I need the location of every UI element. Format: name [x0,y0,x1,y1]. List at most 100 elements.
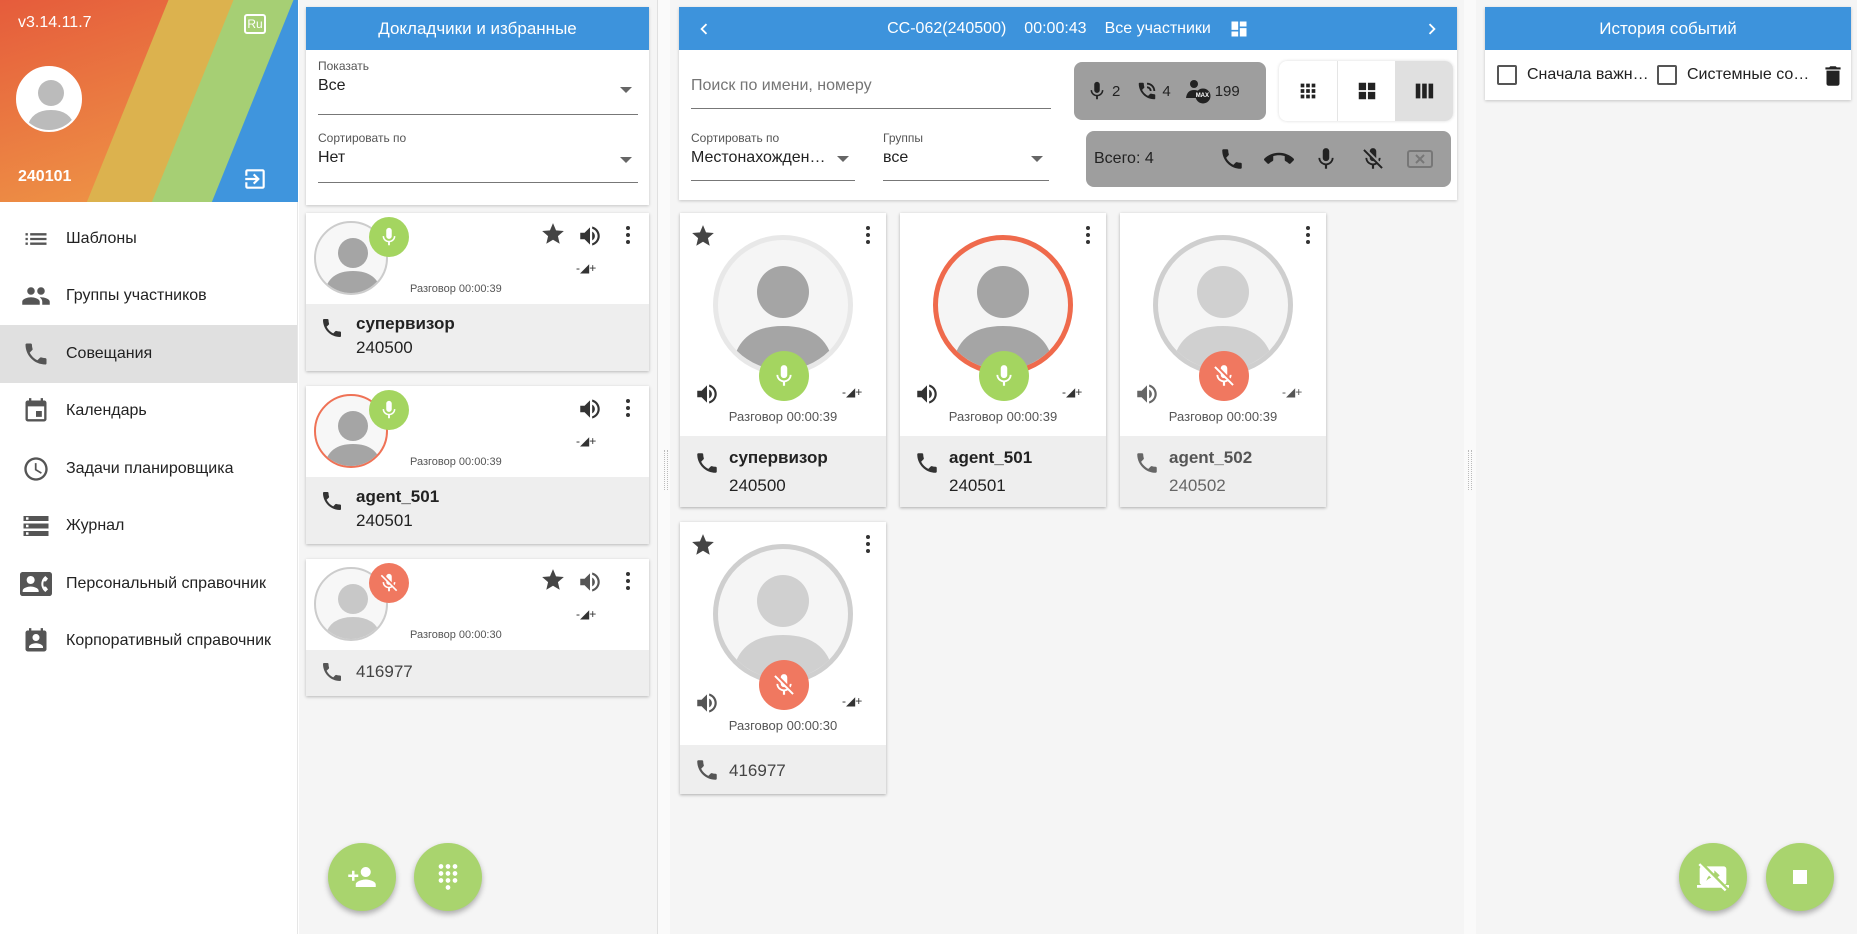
mic-off-icon[interactable] [1199,351,1249,401]
profile-banner: v3.14.11.7 Ru 240101 [0,0,298,202]
participant-card[interactable]: -◢+ Разговор 00:00:30 416977 [680,522,886,794]
chevron-right-icon[interactable] [1421,18,1443,40]
grid-medium-button[interactable] [1336,61,1396,121]
max-badge: MAX [1195,93,1210,99]
participant-number: 240501 [356,511,413,530]
participant-name: agent_502 [1169,448,1253,467]
star-icon[interactable] [690,532,716,558]
search-field[interactable] [691,77,1051,95]
volume-icon[interactable] [694,381,720,407]
mic-icon[interactable] [369,217,409,257]
favorite-card[interactable]: Разговор 00:00:30 -◢+ 416977 [306,559,649,696]
participant-number: 240500 [729,476,786,495]
favorite-card[interactable]: Разговор 00:00:39 -◢+ супервизор 240500 [306,213,649,371]
stop-button[interactable] [1766,843,1834,911]
participant-name: супервизор [356,314,455,333]
participant-card[interactable]: -◢+ Разговор 00:00:39 agent_502 240502 [1120,213,1326,507]
add-participant-button[interactable] [328,843,396,911]
mic-off-icon[interactable] [369,563,409,603]
chevron-down-icon [620,87,632,93]
more-vert-icon[interactable] [1076,223,1100,247]
sidebar-item-conferences[interactable]: Совещания [0,325,297,383]
sidebar-item-label: Задачи планировщика [66,459,234,477]
language-button[interactable]: Ru [244,14,266,34]
phone-icon [320,316,344,340]
conference-header: CC-062(240500) 00:00:43 Все участники [679,7,1457,50]
star-icon[interactable] [540,567,566,593]
mute-all-icon[interactable] [1349,146,1396,172]
sidebar-item-groups[interactable]: Группы участников [0,268,297,326]
sort-select[interactable]: Сортировать по Нет [318,131,638,183]
sidebar-item-label: Корпоративный справочник [66,632,272,650]
checkbox-icon[interactable] [1497,65,1517,85]
resize-handle[interactable] [664,450,668,490]
participant-number: 240500 [356,338,413,357]
important-first-checkbox[interactable]: Сначала важн… [1497,65,1649,85]
avatar[interactable] [16,66,82,132]
speakers-count: 2 [1112,82,1121,100]
history-title: История событий [1485,7,1851,50]
call-all-icon[interactable] [1209,146,1256,172]
more-vert-icon[interactable] [616,396,640,420]
show-select[interactable]: Показать Все [318,59,638,115]
sidebar-item-calendar[interactable]: Календарь [0,383,297,441]
participant-card[interactable]: -◢+ Разговор 00:00:39 agent_501 240501 [900,213,1106,507]
resize-handle[interactable] [1468,450,1472,490]
unmute-all-icon[interactable] [1303,146,1350,172]
search-input[interactable] [691,77,1051,109]
sidebar-item-corporate-directory[interactable]: Корпоративный справочник [0,613,297,671]
mic-icon[interactable] [369,390,409,430]
favorite-card[interactable]: Разговор 00:00:39 -◢+ agent_501 240501 [306,386,649,544]
more-vert-icon[interactable] [616,569,640,593]
logout-icon[interactable] [242,166,268,192]
mic-off-icon[interactable] [759,660,809,710]
delete-icon[interactable] [1820,63,1846,89]
signal-volume-icon[interactable]: -◢+ [576,607,596,621]
participant-card[interactable]: -◢+ Разговор 00:00:39 супервизор 240500 [680,213,886,507]
star-icon[interactable] [690,223,716,249]
sidebar-item-scheduler[interactable]: Задачи планировщика [0,440,297,498]
dashboard-icon[interactable] [1229,19,1249,39]
remove-all-icon[interactable] [1396,147,1443,171]
sort-select[interactable]: Сортировать по Местонахожден… [691,131,855,181]
stop-screen-share-button[interactable] [1679,843,1747,911]
star-icon[interactable] [540,221,566,247]
sidebar-item-templates[interactable]: Шаблоны [0,210,297,268]
signal-volume-icon[interactable]: -◢+ [842,385,862,399]
more-vert-icon[interactable] [616,223,640,247]
sidebar-item-journal[interactable]: Журнал [0,498,297,556]
signal-volume-icon[interactable]: -◢+ [1282,385,1302,399]
chevron-down-icon [837,156,849,162]
volume-icon[interactable] [577,223,603,249]
phone-in-talk-icon [1136,80,1158,102]
call-duration: Разговор 00:00:39 [728,409,838,424]
groups-select[interactable]: Группы все [883,131,1049,181]
volume-icon[interactable] [577,569,603,595]
signal-volume-icon[interactable]: -◢+ [576,434,596,448]
more-vert-icon[interactable] [856,532,880,556]
signal-volume-icon[interactable]: -◢+ [1062,385,1082,399]
max-count: 199 [1214,82,1240,100]
participants-filter[interactable]: Все участники [1105,20,1211,38]
chevron-left-icon[interactable] [693,18,715,40]
favorites-panel: Докладчики и избранные Показать Все Сорт… [299,0,658,934]
more-vert-icon[interactable] [1296,223,1320,247]
sidebar-item-personal-directory[interactable]: Персональный справочник [0,555,297,613]
sidebar-item-label: Журнал [66,517,125,535]
dialpad-button[interactable] [414,843,482,911]
mic-icon[interactable] [979,351,1029,401]
sidebar-item-label: Шаблоны [66,229,137,247]
volume-icon[interactable] [694,690,720,716]
signal-volume-icon[interactable]: -◢+ [576,261,596,275]
volume-icon[interactable] [577,396,603,422]
signal-volume-icon[interactable]: -◢+ [842,694,862,708]
volume-icon[interactable] [914,381,940,407]
grid-large-button[interactable] [1395,61,1453,121]
more-vert-icon[interactable] [856,223,880,247]
grid-small-button[interactable] [1279,61,1337,121]
mic-icon[interactable] [759,351,809,401]
volume-icon[interactable] [1134,381,1160,407]
hangup-all-icon[interactable] [1256,144,1303,174]
system-events-checkbox[interactable]: Системные со… [1657,65,1809,85]
checkbox-icon[interactable] [1657,65,1677,85]
